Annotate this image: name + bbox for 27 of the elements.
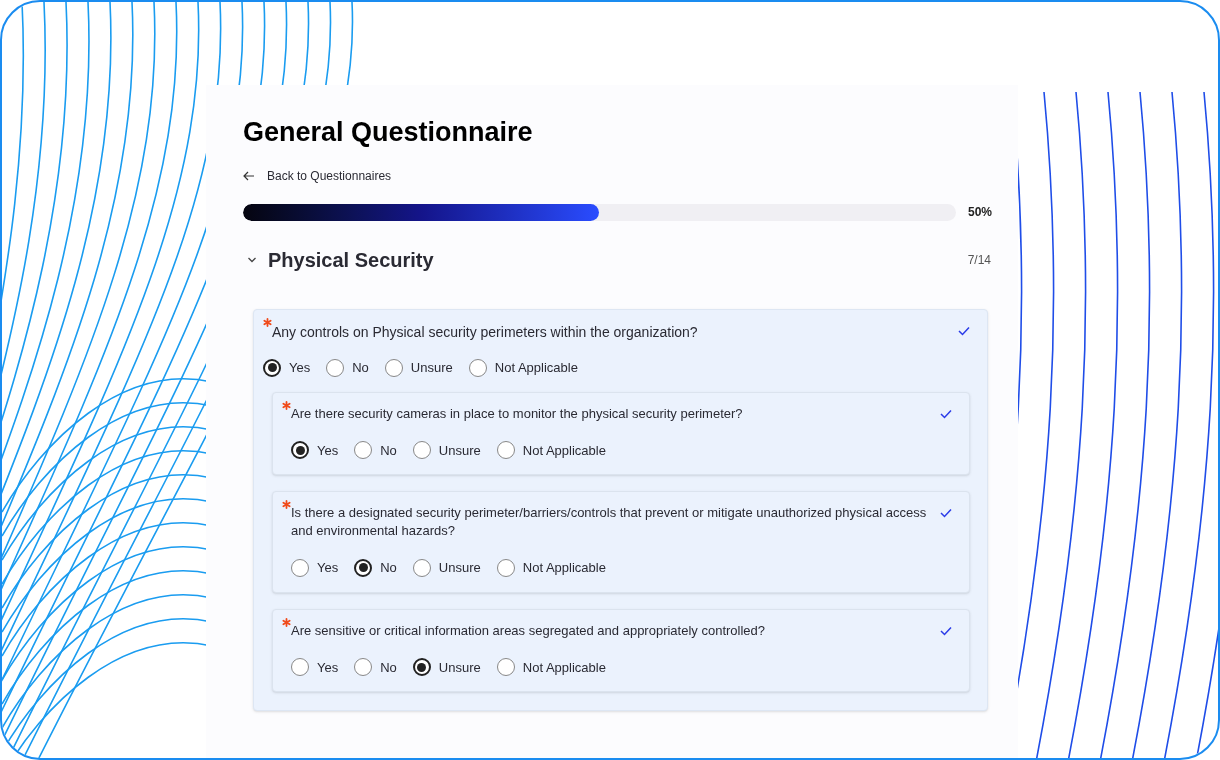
page-title: General Questionnaire [243,116,534,149]
radio-option[interactable]: Unsure [384,358,453,378]
chevron-down-icon[interactable] [247,255,257,265]
radio-option[interactable]: Not Applicable [496,657,606,677]
question-text: Is there a designated security perimeter/barriers/controls that prevent or mitigate unauthorized physical access and environmental hazards? [291,504,928,540]
radio-option[interactable]: Yes [291,440,339,460]
question-text: Any controls on Physical security perimeters within the organization? [272,323,698,342]
radio-option[interactable]: Yes [291,558,339,578]
progress-reading: 50% [967,204,992,221]
radio-option[interactable]: No [354,657,397,677]
section-count: 7/14 [967,252,991,269]
radio-option[interactable]: Unsure [412,657,481,677]
radio-option[interactable]: No [326,358,369,378]
radio-option[interactable]: Yes [263,358,311,378]
radio-option[interactable]: Not Applicable [496,558,606,578]
radio-option[interactable]: Not Applicable [468,358,578,378]
back-link[interactable]: Back to Questionnaires [243,167,992,185]
question-text: Are sensitive or critical information areas segregated and appropriately controlled? [291,621,766,640]
question-text: Are there security cameras in place to monitor the physical security perimeter? [291,404,743,423]
radio-option[interactable]: No [354,440,397,460]
radio-option[interactable]: No [354,558,397,578]
radio-option[interactable]: Unsure [412,558,481,578]
section-title: Physical Security [268,248,435,273]
arrow-left-icon [243,171,255,181]
radio-option[interactable]: Yes [291,657,339,677]
radio-option[interactable]: Not Applicable [496,440,606,460]
radio-option[interactable]: Unsure [412,440,481,460]
